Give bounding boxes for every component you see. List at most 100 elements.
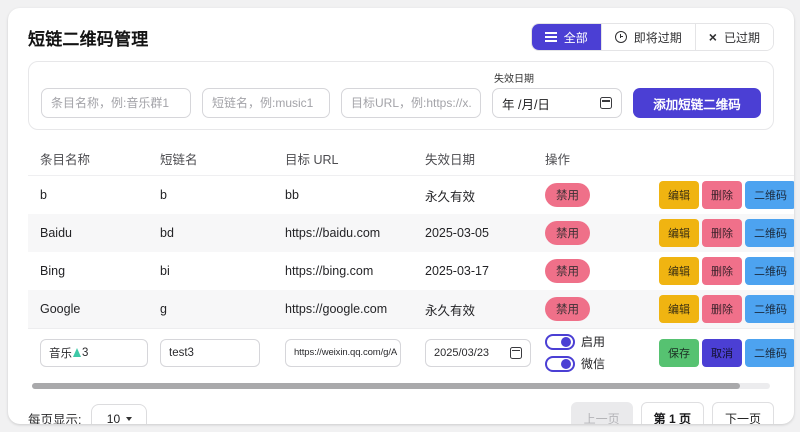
table-row: Google g https://google.com 永久有效 禁用 编辑 删… xyxy=(28,290,794,328)
qrcode-button[interactable]: 二维码 xyxy=(745,339,794,367)
enable-toggle[interactable] xyxy=(545,334,575,350)
table-row: Baidu bd https://baidu.com 2025-03-05 禁用… xyxy=(28,214,794,252)
cell-entry-name: Baidu xyxy=(40,226,160,240)
qrcode-button[interactable]: 二维码 xyxy=(745,219,794,247)
edit-cell-name: 音乐 3 xyxy=(40,339,160,367)
filter-tab-all[interactable]: 全部 xyxy=(532,24,601,50)
cell-expiry-date: 2025-03-05 xyxy=(425,226,545,240)
calendar-icon[interactable] xyxy=(510,347,522,359)
cell-short-name: g xyxy=(160,302,285,316)
pagination: 上一页 第 1 页 下一页 xyxy=(571,402,774,424)
horizontal-scrollbar-track xyxy=(32,383,770,389)
filter-tab-all-label: 全部 xyxy=(564,29,588,46)
cell-ops: 禁用 xyxy=(545,183,655,207)
table-scroll-area: 条目名称 短链名 目标 URL 失效日期 操作 b b bb 永久有效 禁用 编… xyxy=(28,142,794,376)
edit-button[interactable]: 编辑 xyxy=(659,257,699,285)
per-page-value: 10 xyxy=(107,412,120,425)
cell-expiry-date: 2025-03-17 xyxy=(425,264,545,278)
cell-entry-name: Google xyxy=(40,302,160,316)
enable-toggle-label: 启用 xyxy=(581,333,605,350)
filter-tab-expired-label: 已过期 xyxy=(724,29,760,46)
disable-status-badge[interactable]: 禁用 xyxy=(545,297,590,321)
row-actions: 编辑 删除 二维码 xyxy=(659,295,794,323)
qrcode-button[interactable]: 二维码 xyxy=(745,257,794,285)
inline-edit-row: 音乐 3 test3 https://weixin.qq.com/g/A 2025… xyxy=(28,328,794,376)
cell-entry-name: Bing xyxy=(40,264,160,278)
edit-entry-name-suffix: 3 xyxy=(82,347,88,359)
row-actions: 编辑 删除 二维码 xyxy=(659,181,794,209)
filter-tab-expiring-label: 即将过期 xyxy=(634,29,682,46)
edit-expiry-date-input[interactable]: 2025/03/23 xyxy=(425,339,531,367)
col-header-slug: 短链名 xyxy=(160,149,285,168)
cancel-button[interactable]: 取消 xyxy=(702,339,742,367)
calendar-icon[interactable] xyxy=(600,97,612,109)
disable-status-badge[interactable]: 禁用 xyxy=(545,221,590,245)
row-actions: 编辑 删除 二维码 xyxy=(659,257,794,285)
table-header-row: 条目名称 短链名 目标 URL 失效日期 操作 xyxy=(28,142,794,176)
edit-cell-date: 2025/03/23 xyxy=(425,339,545,367)
add-link-form: 失效日期 年 /月/日 添加短链二维码 xyxy=(28,61,774,130)
links-table: 条目名称 短链名 目标 URL 失效日期 操作 b b bb 永久有效 禁用 编… xyxy=(28,142,794,376)
entry-name-input[interactable] xyxy=(41,88,191,118)
clock-icon xyxy=(615,31,627,43)
filter-tab-expiring[interactable]: 即将过期 xyxy=(601,24,695,50)
disable-status-badge[interactable]: 禁用 xyxy=(545,183,590,207)
qrcode-button[interactable]: 二维码 xyxy=(745,295,794,323)
edit-target-url-input[interactable]: https://weixin.qq.com/g/A xyxy=(285,339,401,367)
col-header-expiry: 失效日期 xyxy=(425,149,545,168)
x-icon: × xyxy=(709,30,717,44)
delete-button[interactable]: 删除 xyxy=(702,219,742,247)
card-header: 短链二维码管理 全部 即将过期 × 已过期 xyxy=(8,8,794,51)
menu-icon xyxy=(545,32,557,42)
cell-entry-name: b xyxy=(40,188,160,202)
table-row: b b bb 永久有效 禁用 编辑 删除 二维码 xyxy=(28,176,794,214)
edit-short-name-input[interactable]: test3 xyxy=(160,339,260,367)
wechat-toggle-label: 微信 xyxy=(581,355,605,372)
delete-button[interactable]: 删除 xyxy=(702,257,742,285)
cell-expiry-date: 永久有效 xyxy=(425,186,545,205)
row-actions: 编辑 删除 二维码 xyxy=(659,219,794,247)
tree-icon xyxy=(73,348,81,357)
main-card: 短链二维码管理 全部 即将过期 × 已过期 失效日期 年 /月/日 xyxy=(8,8,794,424)
qrcode-button[interactable]: 二维码 xyxy=(745,181,794,209)
prev-page-button[interactable]: 上一页 xyxy=(571,402,633,424)
expiry-date-placeholder: 年 /月/日 xyxy=(502,94,550,113)
edit-row-actions: 保存 取消 二维码 xyxy=(659,339,794,367)
page-title: 短链二维码管理 xyxy=(28,25,148,50)
col-header-url: 目标 URL xyxy=(285,149,425,168)
target-url-input[interactable] xyxy=(341,88,481,118)
filter-tab-expired[interactable]: × 已过期 xyxy=(695,24,773,50)
per-page-label: 每页显示: xyxy=(28,409,81,424)
table-footer: 每页显示: 10 上一页 第 1 页 下一页 xyxy=(28,402,774,424)
save-button[interactable]: 保存 xyxy=(659,339,699,367)
cell-short-name: bd xyxy=(160,226,285,240)
cell-ops: 禁用 xyxy=(545,259,655,283)
expiry-date-input[interactable]: 年 /月/日 xyxy=(492,88,622,118)
short-name-input[interactable] xyxy=(202,88,330,118)
disable-status-badge[interactable]: 禁用 xyxy=(545,259,590,283)
table-body: b b bb 永久有效 禁用 编辑 删除 二维码 Baidu bd https xyxy=(28,176,794,328)
edit-button[interactable]: 编辑 xyxy=(659,295,699,323)
cell-short-name: bi xyxy=(160,264,285,278)
edit-entry-name-input[interactable]: 音乐 3 xyxy=(40,339,148,367)
table-row: Bing bi https://bing.com 2025-03-17 禁用 编… xyxy=(28,252,794,290)
wechat-toggle[interactable] xyxy=(545,356,575,372)
edit-button[interactable]: 编辑 xyxy=(659,219,699,247)
add-shortlink-button[interactable]: 添加短链二维码 xyxy=(633,88,761,118)
per-page-select[interactable]: 10 xyxy=(91,404,147,425)
edit-entry-name-prefix: 音乐 xyxy=(49,345,72,361)
cell-expiry-date: 永久有效 xyxy=(425,300,545,319)
edit-cell-slug: test3 xyxy=(160,339,285,367)
cell-target-url: https://baidu.com xyxy=(285,226,425,240)
expiry-date-label: 失效日期 xyxy=(494,70,622,85)
current-page-indicator: 第 1 页 xyxy=(641,402,704,424)
cell-target-url: bb xyxy=(285,188,425,202)
edit-button[interactable]: 编辑 xyxy=(659,181,699,209)
horizontal-scrollbar-thumb[interactable] xyxy=(32,383,740,389)
cell-short-name: b xyxy=(160,188,285,202)
delete-button[interactable]: 删除 xyxy=(702,181,742,209)
delete-button[interactable]: 删除 xyxy=(702,295,742,323)
next-page-button[interactable]: 下一页 xyxy=(712,402,774,424)
cell-target-url: https://bing.com xyxy=(285,264,425,278)
filter-tab-group: 全部 即将过期 × 已过期 xyxy=(531,23,774,51)
